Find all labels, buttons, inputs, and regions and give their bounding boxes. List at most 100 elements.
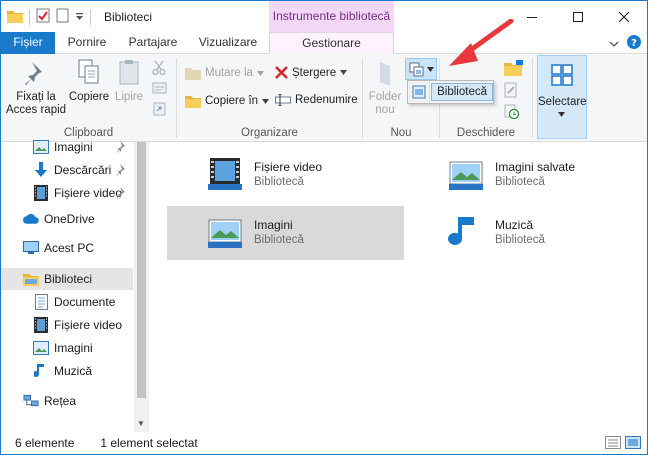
pinned-icon	[117, 187, 125, 199]
nav-item-libraries[interactable]: Biblioteci	[1, 268, 133, 290]
nav-item-pictures[interactable]: Imagini	[1, 337, 133, 359]
pinned-icon	[117, 141, 125, 153]
tile-text: Imagini Bibliotecă	[254, 218, 304, 248]
cut-icon[interactable]	[152, 60, 166, 79]
nav-item-music[interactable]: Muzică	[1, 360, 133, 382]
delete-button[interactable]: Ștergere	[275, 66, 348, 79]
ribbon-right-controls: ?	[609, 35, 641, 52]
nav-scrollbar[interactable]: ▼	[134, 142, 149, 432]
rename-button[interactable]: Redenumire	[275, 94, 358, 106]
library-item-icon-cell	[408, 81, 431, 103]
copy-to-button[interactable]: Copiere în	[185, 94, 270, 108]
close-button[interactable]	[601, 1, 647, 32]
nav-item-pictures-quick[interactable]: Imagini	[1, 136, 133, 158]
delete-label: Ștergere	[292, 66, 337, 79]
nav-label: Documente	[54, 295, 116, 309]
status-bar: 6 elemente 1 element selectat	[1, 432, 647, 454]
copy-path-icon[interactable]	[152, 81, 167, 98]
annotation-arrow-icon	[449, 19, 514, 66]
tile-name: Imagini salvate	[495, 160, 576, 174]
chevron-down-icon	[256, 70, 264, 76]
folder-icon[interactable]	[7, 9, 23, 26]
copy-icon	[78, 59, 99, 84]
paste-label: Lipire	[114, 91, 144, 103]
nav-item-videos-quick[interactable]: Fișiere video	[1, 182, 133, 204]
copy-label: Copiere	[68, 91, 110, 103]
tab-home[interactable]: Pornire	[57, 32, 117, 54]
selection-count: 1 element selectat	[100, 436, 198, 450]
tab-file[interactable]: Fișier	[1, 32, 55, 54]
nav-label: Muzică	[54, 364, 93, 378]
details-view-icon[interactable]	[605, 436, 621, 452]
close-icon	[619, 11, 629, 22]
tab-manage[interactable]: Gestionare	[269, 32, 394, 55]
videos-icon	[33, 185, 49, 201]
large-icons-view-icon[interactable]	[625, 436, 641, 452]
maximize-button[interactable]	[555, 1, 601, 32]
separator	[90, 9, 91, 25]
new-folder-quick-icon[interactable]	[56, 8, 69, 26]
library-tile-pictures[interactable]: Imagini Bibliotecă	[167, 206, 404, 260]
scrollbar-thumb[interactable]	[137, 142, 146, 398]
chevron-down-icon	[340, 70, 348, 75]
help-icon[interactable]: ?	[627, 35, 641, 52]
nav-item-videos[interactable]: Fișiere video	[1, 314, 133, 336]
move-to-button[interactable]: Mutare la	[185, 66, 264, 80]
copy-to-icon	[185, 96, 201, 108]
nav-label: OneDrive	[44, 212, 95, 226]
nav-item-network[interactable]: Rețea	[1, 390, 133, 412]
file-explorer-window: Biblioteci Instrumente bibliotecă Fișier…	[0, 0, 648, 455]
chevron-down-icon	[262, 98, 270, 104]
pin-quick-access-button[interactable]: Fixați la Acces rapid	[5, 58, 67, 117]
paste-button[interactable]: Lipire	[111, 58, 147, 104]
music-icon	[33, 363, 49, 379]
new-item-button[interactable]	[405, 58, 437, 80]
rename-label: Redenumire	[295, 94, 358, 106]
pin-icon	[25, 62, 42, 85]
tile-name: Fișiere video	[254, 160, 323, 174]
music-library-icon	[446, 213, 486, 253]
library-tile-saved-pictures[interactable]: Imagini salvate Bibliotecă	[408, 148, 645, 202]
library-tools-header: Instrumente bibliotecă	[269, 1, 394, 32]
copy-button[interactable]: Copiere	[67, 58, 111, 104]
nav-label: Descărcări	[54, 163, 112, 177]
tile-name: Imagini	[254, 218, 293, 232]
library-tile-videos[interactable]: Fișiere video Bibliotecă	[167, 148, 404, 202]
expand-ribbon-icon[interactable]	[609, 37, 619, 51]
nav-label: Imagini	[54, 341, 93, 355]
move-to-label: Mutare la	[205, 67, 253, 79]
nav-item-downloads[interactable]: Descărcări	[1, 159, 133, 181]
nav-label: Biblioteci	[44, 272, 93, 286]
tab-view[interactable]: Vizualizare	[189, 32, 267, 54]
properties-icon[interactable]	[36, 8, 50, 26]
saved-pictures-library-icon	[446, 155, 486, 195]
scroll-down-icon[interactable]: ▼	[137, 419, 145, 428]
chevron-down-icon	[558, 112, 565, 117]
documents-icon	[33, 294, 49, 310]
library-tile-music[interactable]: Muzică Bibliotecă	[408, 206, 645, 260]
new-folder-label: Folder nou	[368, 91, 402, 116]
window-title: Biblioteci	[104, 10, 153, 24]
tile-text: Fișiere video Bibliotecă	[254, 160, 322, 190]
customize-qat-icon[interactable]	[75, 10, 84, 24]
nav-item-onedrive[interactable]: OneDrive	[1, 208, 133, 230]
nav-item-this-pc[interactable]: Acest PC	[1, 237, 133, 259]
delete-icon	[275, 66, 288, 79]
new-group-label: Nou	[390, 127, 412, 139]
tile-name: Muzică	[495, 218, 534, 232]
network-icon	[23, 393, 39, 409]
nav-item-documents[interactable]: Documente	[1, 291, 133, 313]
maximize-icon	[573, 11, 583, 22]
tab-share[interactable]: Partajare	[119, 32, 187, 54]
paste-shortcut-icon[interactable]	[153, 101, 166, 119]
history-icon[interactable]	[504, 104, 520, 122]
new-folder-button[interactable]: Folder nou	[365, 58, 405, 117]
paste-icon	[119, 60, 139, 85]
navigation-pane: Imagini Descărcări Fișiere video OneDriv…	[1, 140, 149, 432]
pictures-library-icon	[205, 213, 245, 253]
this-pc-icon	[23, 240, 39, 256]
chevron-down-icon	[426, 66, 434, 72]
select-button[interactable]: Selectare	[537, 55, 587, 139]
tile-text: Muzică Bibliotecă	[495, 218, 545, 248]
library-icon	[412, 85, 426, 99]
